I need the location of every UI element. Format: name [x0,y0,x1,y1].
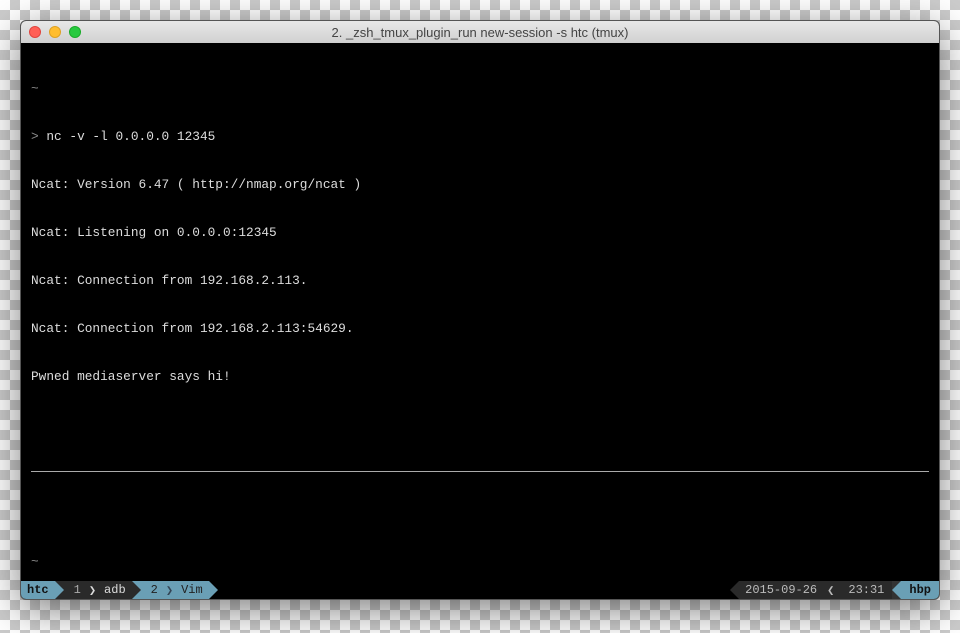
cmd-line: > nc -v -l 0.0.0.0 12345 [31,129,929,145]
statusbar-filler [218,581,730,599]
terminal-window: 2. _zsh_tmux_plugin_run new-session -s h… [20,20,940,600]
blank-line [31,417,929,433]
tilde-marker: ~ [31,81,929,97]
session-name[interactable]: htc [21,581,55,599]
output-line: Ncat: Connection from 192.168.2.113. [31,273,929,289]
chevron-right-icon: ❯ [164,581,175,599]
chevron-left-icon [730,581,739,599]
prompt-marker: > [31,129,46,144]
cmd-nc: nc -v -l 0.0.0.0 12345 [46,129,215,144]
chevron-right-icon [132,581,141,599]
output-line: Pwned mediaserver says hi! [31,369,929,385]
output-line: Ncat: Listening on 0.0.0.0:12345 [31,225,929,241]
tmux-statusbar: htc 1 ❯ adb 2 ❯ Vim 2015-09-26 ❮ 23:31 h… [21,581,939,599]
chevron-left-icon: ❮ [825,581,842,599]
status-time: 23:31 [842,581,892,599]
output-line: Ncat: Version 6.47 ( http://nmap.org/nca… [31,177,929,193]
window-title: 2. _zsh_tmux_plugin_run new-session -s h… [21,25,939,40]
output-line: Ncat: Connection from 192.168.2.113:5462… [31,321,929,337]
window-name-vim[interactable]: Vim [175,581,209,599]
window-name-adb[interactable]: adb [98,581,132,599]
chevron-right-icon [55,581,64,599]
pane-divider[interactable] [31,471,929,472]
chevron-left-icon [892,581,901,599]
window-index[interactable]: 1 [64,581,87,599]
tilde-marker: ~ [31,554,929,570]
terminal-content[interactable]: ~ > nc -v -l 0.0.0.0 12345 Ncat: Version… [21,43,939,581]
status-date: 2015-09-26 [739,581,825,599]
window-titlebar[interactable]: 2. _zsh_tmux_plugin_run new-session -s h… [21,21,939,43]
chevron-right-icon [209,581,218,599]
status-hostname: hbp [901,581,939,599]
blank-line [31,506,929,522]
window-index[interactable]: 2 [141,581,164,599]
chevron-right-icon: ❯ [87,581,98,599]
